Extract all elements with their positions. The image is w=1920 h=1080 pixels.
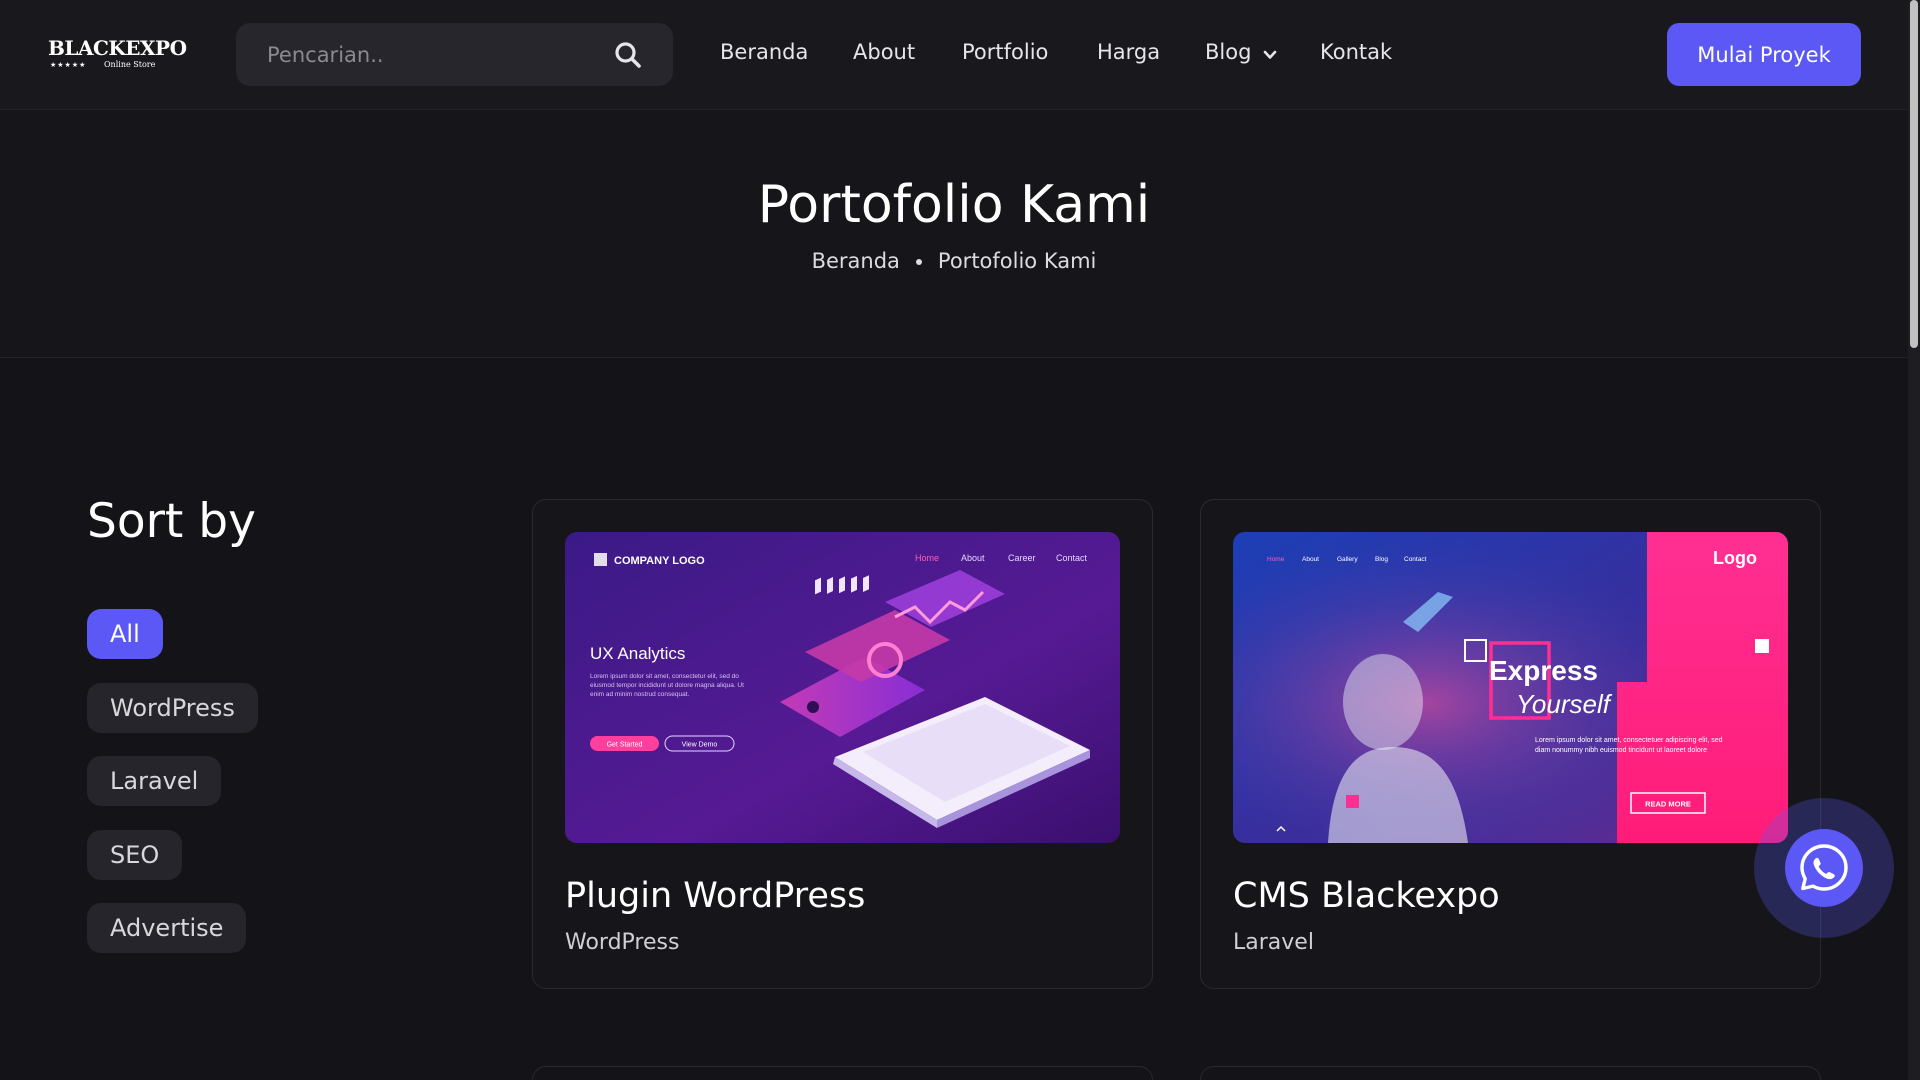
svg-text:View Demo: View Demo (682, 742, 718, 749)
svg-text:About: About (1302, 556, 1319, 563)
nav-portfolio[interactable]: Portfolio (962, 40, 1048, 64)
filter-laravel[interactable]: Laravel (87, 756, 222, 806)
portfolio-thumbnail[interactable]: COMPANY LOGO Home About Career Contact U… (565, 532, 1120, 843)
svg-text:Career: Career (1008, 553, 1036, 563)
svg-text:Contact: Contact (1056, 553, 1088, 563)
svg-text:Yourself: Yourself (1516, 689, 1613, 719)
portfolio-card[interactable]: Home About Gallery Blog Contact Logo Exp… (1200, 499, 1821, 989)
whatsapp-button[interactable] (1785, 829, 1863, 907)
start-project-button[interactable]: Mulai Proyek (1667, 23, 1861, 86)
portfolio-card[interactable]: COMPANY LOGO Home About Career Contact U… (532, 499, 1153, 989)
ux-analytics-mockup: COMPANY LOGO Home About Career Contact U… (565, 532, 1120, 843)
breadcrumb-home[interactable]: Beranda (812, 249, 900, 273)
svg-text:UX Analytics: UX Analytics (590, 644, 685, 663)
nav-beranda[interactable]: Beranda (720, 40, 808, 64)
filter-wordpress[interactable]: WordPress (87, 683, 258, 733)
breadcrumb-current: Portofolio Kami (937, 249, 1097, 273)
whatsapp-icon (1800, 844, 1848, 891)
svg-text:Express: Express (1489, 655, 1598, 686)
svg-text:Home: Home (1267, 556, 1285, 563)
site-header: BLACKEXPO ★★★★★ Online Store Beranda Abo… (0, 0, 1908, 110)
portfolio-thumbnail[interactable]: Home About Gallery Blog Contact Logo Exp… (1233, 532, 1788, 843)
svg-text:Gallery: Gallery (1337, 556, 1358, 563)
svg-text:Contact: Contact (1404, 556, 1427, 563)
search-input[interactable] (236, 23, 596, 86)
breadcrumb-separator (915, 259, 922, 265)
svg-text:COMPANY LOGO: COMPANY LOGO (614, 555, 705, 567)
filter-seo[interactable]: SEO (87, 830, 183, 880)
nav-about[interactable]: About (853, 40, 915, 64)
sort-title: Sort by (87, 494, 256, 549)
portfolio-card-partial[interactable] (1200, 1066, 1821, 1080)
scrollbar-thumb[interactable] (1910, 0, 1918, 348)
svg-text:Blog: Blog (1375, 556, 1388, 563)
nav-harga[interactable]: Harga (1097, 40, 1160, 64)
svg-text:Get Started: Get Started (607, 742, 643, 749)
logo-stars: ★★★★★ (50, 61, 87, 69)
search-box (236, 23, 673, 86)
chevron-down-icon (1263, 50, 1276, 59)
card-title[interactable]: Plugin WordPress (565, 876, 865, 916)
nav-blog[interactable]: Blog (1205, 40, 1277, 64)
page-hero: Portofolio Kami Beranda Portofolio Kami (0, 111, 1908, 358)
card-category: Laravel (1233, 930, 1314, 955)
card-category: WordPress (565, 930, 680, 955)
filter-all[interactable]: All (87, 609, 163, 659)
portfolio-card-partial[interactable] (532, 1066, 1153, 1080)
page-title: Portofolio Kami (757, 175, 1151, 235)
card-title[interactable]: CMS Blackexpo (1233, 876, 1500, 916)
search-icon[interactable] (613, 40, 643, 70)
logo-subtitle: Online Store (104, 60, 156, 69)
site-logo[interactable]: BLACKEXPO ★★★★★ Online Store (48, 36, 187, 76)
express-yourself-mockup: Home About Gallery Blog Contact Logo Exp… (1233, 532, 1788, 843)
nav-blog-label: Blog (1205, 40, 1252, 64)
svg-text:Logo: Logo (1713, 548, 1757, 568)
filter-advertise[interactable]: Advertise (87, 903, 247, 953)
svg-text:READ MORE: READ MORE (1645, 800, 1691, 809)
breadcrumb: Beranda Portofolio Kami (0, 249, 1908, 273)
svg-text:About: About (961, 553, 985, 563)
nav-kontak[interactable]: Kontak (1320, 40, 1392, 64)
logo-brand: BLACKEXPO (48, 36, 187, 60)
svg-text:Home: Home (915, 553, 939, 563)
page-scrollbar[interactable] (1908, 0, 1920, 1080)
